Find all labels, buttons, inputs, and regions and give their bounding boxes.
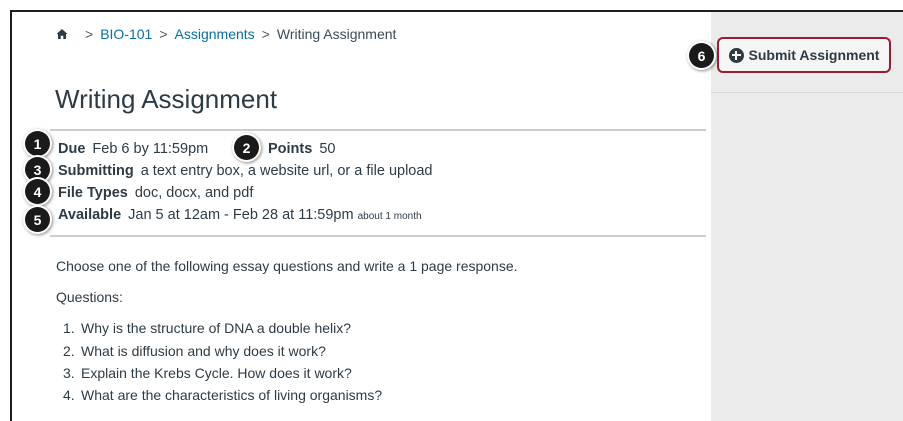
callout-5: 5 [25,207,50,232]
points-value: 50 [319,141,336,157]
list-item-text: What are the characteristics of living o… [81,387,383,403]
submit-assignment-button[interactable]: Submit Assignment [717,37,891,73]
points-row: Points 50 [268,141,335,157]
list-item-text: Why is the structure of DNA a double hel… [81,320,352,336]
list-item-number: 3. [63,365,75,381]
available-row: Available Jan 5 at 12am - Feb 28 at 11:59… [58,207,422,223]
details-top-divider [50,129,706,131]
file-types-label: File Types [58,185,128,201]
list-item-text: Explain the Krebs Cycle. How does it wor… [81,365,352,381]
callout-6: 6 [689,43,714,68]
available-label: Available [58,207,122,223]
file-types-value: doc, docx, and pdf [134,185,254,201]
due-row: Due Feb 6 by 11:59pm [58,141,208,157]
breadcrumb-course-link[interactable]: BIO-101 [100,26,152,42]
page-title: Writing Assignment [55,84,278,114]
right-sidebar [711,12,903,421]
plus-circle-icon [728,47,744,63]
list-item: 2. What is diffusion and why does it work… [63,343,326,359]
breadcrumb-current: Writing Assignment [276,26,397,42]
callout-4: 4 [25,179,50,204]
submitting-row: Submitting a text entry box, a website ur… [58,163,433,179]
list-item-text: What is diffusion and why does it work? [81,343,326,359]
questions-heading: Questions: [56,289,123,305]
due-value: Feb 6 by 11:59pm [92,141,209,157]
breadcrumb-separator: > [261,26,270,42]
breadcrumb-assignments-link[interactable]: Assignments [175,26,255,42]
submitting-value: a text entry box, a website url, or a fi… [140,163,433,179]
description-intro: Choose one of the following essay questi… [56,258,518,274]
list-item-number: 2. [63,343,75,359]
sidebar-divider [711,92,903,93]
list-item: 1. Why is the structure of DNA a double h… [63,320,351,336]
list-item-number: 1. [63,320,75,336]
submit-assignment-label: Submit Assignment [748,47,880,63]
breadcrumb: > BIO-101 > Assignments > Writing Assign… [56,26,396,42]
breadcrumb-separator: > [85,26,94,42]
details-bottom-divider [50,235,706,237]
submitting-label: Submitting [58,163,134,179]
file-types-row: File Types doc, docx, and pdf [58,185,253,201]
available-value: Jan 5 at 12am - Feb 28 at 11:59pm [128,207,354,223]
available-note: about 1 month [357,211,422,222]
list-item-number: 4. [63,387,75,403]
list-item: 3. Explain the Krebs Cycle. How does it w… [63,365,352,381]
breadcrumb-separator: > [159,26,168,42]
points-label: Points [268,141,313,157]
home-icon[interactable] [56,28,68,40]
list-item: 4. What are the characteristics of living… [63,387,382,403]
callout-2: 2 [234,135,259,160]
due-label: Due [58,141,86,157]
callout-1: 1 [25,131,50,156]
